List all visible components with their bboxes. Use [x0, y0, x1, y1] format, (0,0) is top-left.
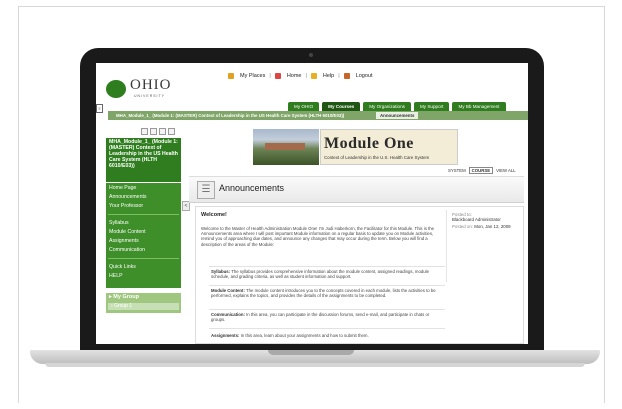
page-title: Announcements	[219, 183, 285, 193]
portal-tabs: My OHIO My Courses My Organizations My S…	[288, 102, 506, 111]
frame-top-line	[18, 6, 604, 7]
help-icon	[310, 73, 317, 79]
frame-left-line	[18, 6, 19, 403]
section-assignments: Assignments: In this area, learn about y…	[211, 333, 441, 338]
section-communication: Communication: In this area, you can par…	[211, 312, 441, 322]
menu-item-quick-links[interactable]: Quick Links	[109, 264, 136, 270]
banner-photo	[253, 129, 319, 165]
tab-my-ohio[interactable]: My OHIO	[288, 102, 320, 111]
link-separator: |	[305, 73, 307, 79]
menu-detail-icon[interactable]	[159, 128, 166, 135]
laptop-notch	[268, 350, 354, 355]
tab-my-bb-management[interactable]: My Bb Management	[452, 102, 506, 111]
top-links: My Places | Home | Help | Logout	[228, 73, 373, 79]
group-item-label: Group 1	[114, 303, 133, 309]
banner-building	[265, 143, 305, 150]
menu-item-help[interactable]: HELP	[109, 273, 123, 279]
ohio-logo-sub: UNIVERSITY	[134, 94, 166, 98]
tab-my-organizations[interactable]: My Organizations	[363, 102, 411, 111]
breadcrumb-course[interactable]: MHA_Module_1_ (Module 1: (MASTER) Contex…	[116, 111, 344, 120]
link-logout[interactable]: Logout	[356, 73, 373, 79]
my-group-label: My Group	[113, 294, 139, 300]
banner-subtitle: Context of Leadership in the U.S. Health…	[324, 155, 430, 160]
section-divider	[209, 285, 445, 286]
menu-item-announcements[interactable]: Announcements	[109, 194, 147, 200]
section-syllabus: Syllabus: The syllabus provides comprehe…	[211, 269, 441, 279]
menu-refresh-icon[interactable]	[168, 128, 175, 135]
course-menu: Home Page Announcements Your Professor S…	[106, 183, 181, 288]
section-text: The module content introduces you to the…	[211, 288, 436, 299]
menu-item-your-professor[interactable]: Your Professor	[109, 203, 143, 209]
link-separator: |	[269, 73, 271, 79]
view-options: SYSTEM COURSE VIEW ALL	[448, 167, 516, 174]
laptop-shadow	[45, 363, 585, 367]
view-course[interactable]: COURSE	[468, 167, 494, 174]
places-icon	[228, 73, 234, 79]
breadcrumb-current: Announcements	[376, 112, 419, 119]
section-divider	[209, 309, 445, 310]
view-system[interactable]: SYSTEM	[448, 168, 466, 173]
menu-folder-icon[interactable]	[141, 128, 148, 135]
posted-on-value: Mon, Jan 12, 2009	[474, 224, 511, 229]
posted-to-label: Posted to:	[452, 212, 472, 217]
posted-to: Posted to: Blackboard Administrator	[452, 212, 520, 223]
frame-toggle-icon[interactable]: ≡	[96, 104, 103, 113]
menu-item-communication[interactable]: Communication	[109, 247, 145, 253]
menu-item-assignments[interactable]: Assignments	[109, 238, 139, 244]
section-text: In this area, learn about your assignmen…	[239, 333, 369, 338]
tab-my-courses[interactable]: My Courses	[322, 102, 361, 111]
section-module-content: Module Content: The module content intro…	[211, 288, 441, 298]
announcement-intro: Welcome to the Master of Health Administ…	[201, 226, 435, 247]
menu-controls	[141, 128, 175, 135]
announcement-icon: ☰	[197, 181, 215, 199]
frame-right-line	[604, 6, 605, 403]
my-group-title[interactable]: ▸ My Group	[109, 294, 139, 300]
course-menu-header[interactable]: MHA_Module_1_ (Module 1: (MASTER) Contex…	[106, 138, 181, 182]
posted-on: Posted on: Mon, Jan 12, 2009	[452, 224, 520, 229]
link-my-places[interactable]: My Places	[240, 73, 265, 79]
section-label: Assignments:	[211, 333, 240, 338]
menu-item-syllabus[interactable]: Syllabus	[109, 220, 129, 226]
link-separator: |	[338, 73, 340, 79]
announcement-title: Welcome!	[201, 212, 227, 218]
logout-icon	[343, 73, 350, 79]
group-item[interactable]: › Group 1	[108, 303, 179, 310]
menu-list-icon[interactable]	[150, 128, 157, 135]
link-help[interactable]: Help	[323, 73, 334, 79]
link-home[interactable]: Home	[287, 73, 302, 79]
home-icon	[274, 73, 281, 79]
section-divider	[209, 266, 445, 267]
posted-on-label: Posted on:	[452, 224, 473, 229]
tab-my-support[interactable]: My Support	[413, 102, 450, 111]
menu-item-module-content[interactable]: Module Content	[109, 229, 146, 235]
posted-to-value: Blackboard Administrator	[452, 217, 501, 223]
ohio-seal-icon	[106, 80, 126, 98]
panel-side-divider	[446, 210, 447, 282]
banner-title: Module One	[324, 135, 414, 152]
view-all[interactable]: VIEW ALL	[496, 168, 516, 173]
menu-divider	[108, 258, 179, 259]
laptop-camera	[309, 53, 313, 57]
laptop-screen: OHIO UNIVERSITY My Places | Home | Help …	[96, 63, 528, 344]
ohio-logo: OHIO	[130, 77, 172, 93]
section-divider	[209, 328, 445, 329]
section-text: The syllabus provides comprehensive info…	[211, 269, 429, 280]
menu-divider	[108, 214, 179, 215]
menu-item-home-page[interactable]: Home Page	[109, 185, 136, 191]
